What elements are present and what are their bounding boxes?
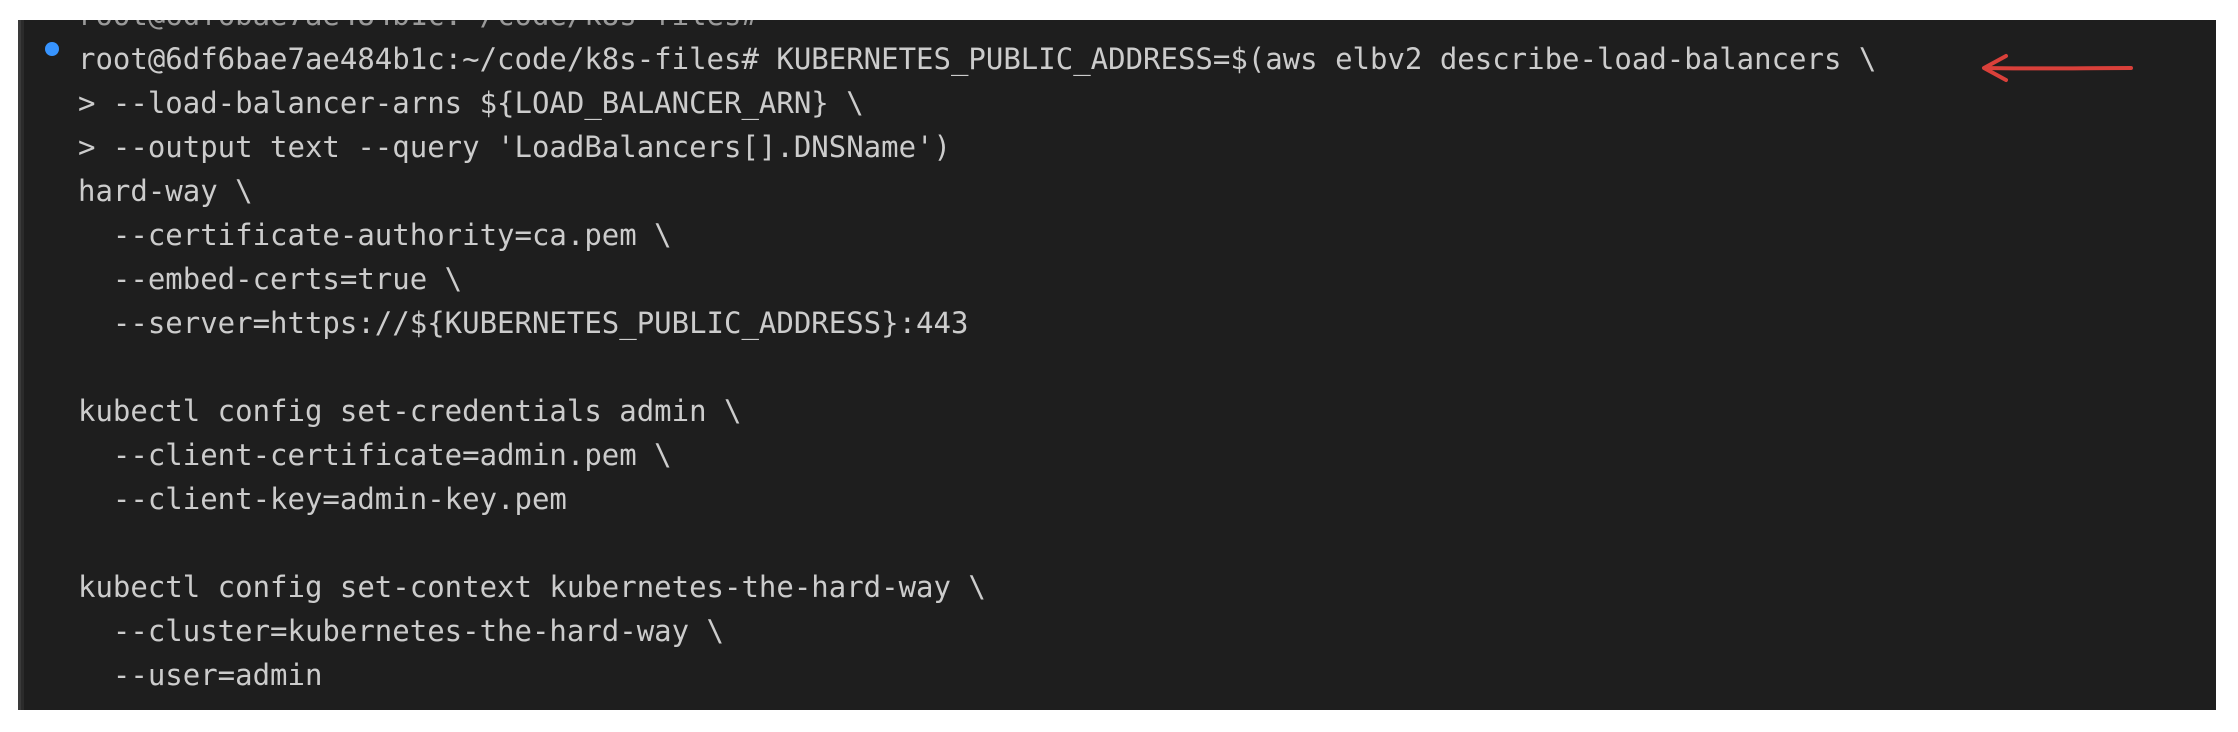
terminal-line: hard-way \ [78,174,253,208]
terminal-output: root@6df6bae7ae484b1c:~/code/k8s-files# … [78,20,1876,697]
annotation-arrow-icon [1982,54,2133,82]
terminal-line: --certificate-authority=ca.pem \ [78,218,672,252]
terminal-line: --embed-certs=true \ [78,262,463,296]
terminal-gutter [21,20,24,710]
terminal-line: > --output text --query 'LoadBalancers[]… [78,130,951,164]
terminal-line-blank [78,345,1876,389]
terminal-line: --client-key=admin-key.pem [78,482,567,516]
terminal-line: kubectl config set-context kubernetes-th… [78,570,986,604]
terminal-line-previous-prompt: root@6df6bae7ae484b1c:~/code/k8s-files# [78,20,1876,37]
terminal-line: --cluster=kubernetes-the-hard-way \ [78,614,725,648]
terminal-line-blank [78,521,1876,565]
terminal-line-command: root@6df6bae7ae484b1c:~/code/k8s-files# … [78,42,1877,76]
command-decoration-icon[interactable] [45,42,59,56]
terminal-panel[interactable]: root@6df6bae7ae484b1c:~/code/k8s-files# … [18,20,2216,710]
screenshot: root@6df6bae7ae484b1c:~/code/k8s-files# … [0,0,2238,732]
terminal-line: kubectl config set-credentials admin \ [78,394,742,428]
terminal-line: > --load-balancer-arns ${LOAD_BALANCER_A… [78,86,864,120]
terminal-line: --user=admin [78,658,323,692]
terminal-line: --server=https://${KUBERNETES_PUBLIC_ADD… [78,306,969,340]
terminal-line: --client-certificate=admin.pem \ [78,438,672,472]
